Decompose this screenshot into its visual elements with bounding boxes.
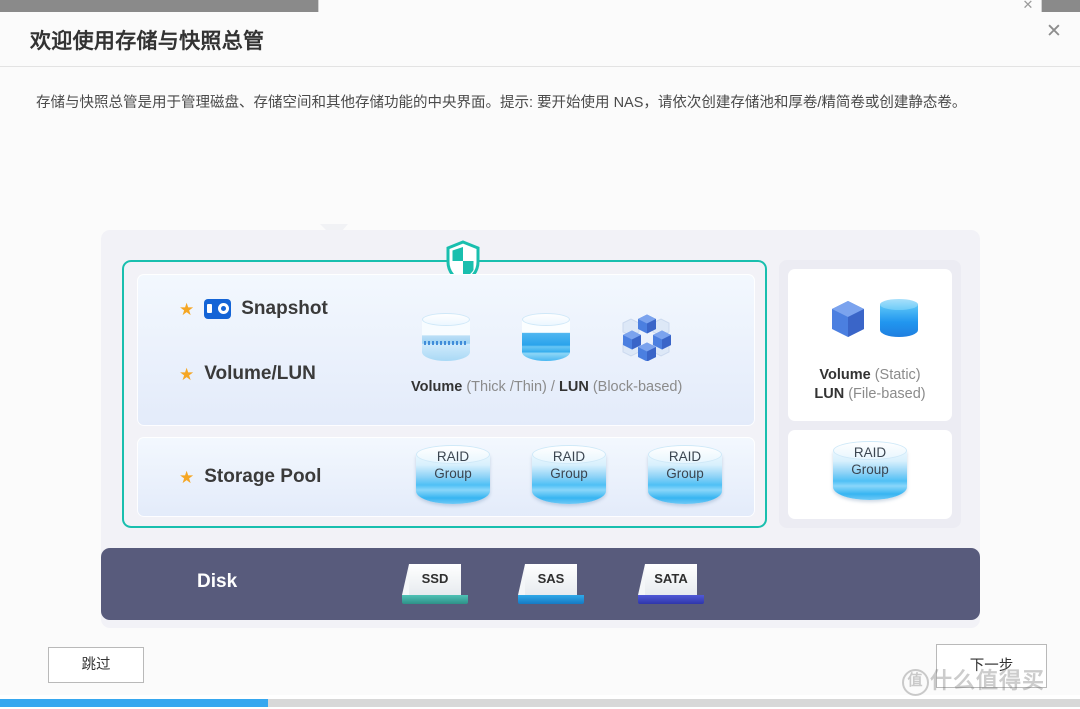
caption-volume-bold: Volume [411, 379, 463, 395]
thin-volume-icon [522, 313, 570, 365]
static-volume-caption: Volume (Static) LUN (File-based) [788, 366, 952, 404]
disk-ssd-icon: SSD [402, 564, 468, 604]
watermark-circle: 值 [902, 668, 929, 696]
static-caption-line2-rest: (File-based) [844, 386, 926, 402]
camera-icon [204, 299, 232, 319]
raid-group-icon: RAID Group [532, 445, 606, 511]
star-bullet-icon: ★ [179, 467, 195, 487]
caption-lun-rest: (Block-based) [588, 379, 683, 395]
star-bullet-icon: ★ [179, 364, 195, 384]
raid-group-icon: RAID Group [416, 445, 490, 511]
disk-layer-label: Disk [197, 571, 238, 592]
raid-group-icon: RAID Group [648, 445, 722, 511]
raid-group-line2: Group [434, 466, 472, 481]
disk-ssd-label: SSD [421, 571, 449, 586]
raid-group-line2: Group [550, 466, 588, 481]
snapshot-volume-card: ★ Snapshot ★ Volume/LUN Volume (Thick /T… [137, 274, 755, 426]
raid-group-line1: RAID [436, 449, 470, 464]
dialog-titlebar: 欢迎使用存储与快照总管 ✕ [0, 12, 1080, 67]
static-volume-card: Volume (Static) LUN (File-based) [788, 269, 952, 421]
thick-volume-icon [422, 313, 470, 365]
file-based-lun-cylinder-icon [880, 299, 918, 341]
star-bullet-icon: ★ [179, 299, 195, 319]
static-volume-column: Volume (Static) LUN (File-based) RAID Gr… [779, 260, 961, 528]
snapshot-protected-region: ★ Snapshot ★ Volume/LUN Volume (Thick /T… [122, 240, 767, 528]
row-snapshot: ★ Snapshot [179, 298, 328, 320]
background-window-tab[interactable]: ✕ [318, 0, 1042, 12]
watermark-text: 什么值得买 [930, 668, 1046, 693]
welcome-dialog: 欢迎使用存储与快照总管 ✕ 存储与快照总管是用于管理磁盘、存储空间和其他存储功能… [0, 12, 1080, 695]
row-volume-lun-label: Volume/LUN [204, 363, 316, 384]
disk-sata-icon: SATA [638, 564, 704, 604]
raid-group-line1: RAID [668, 449, 702, 464]
disk-layer: Disk SSD SAS SATA [101, 548, 980, 620]
watermark: 值什么值得买 [902, 663, 1045, 696]
storage-pool-card: ★ Storage Pool RAID Group RAID Group RAI… [137, 437, 755, 517]
static-raid-group-card: RAID Group [788, 430, 952, 519]
lun-blocks-icon [622, 314, 671, 361]
close-icon[interactable]: ✕ [1040, 18, 1068, 46]
raid-group-icon: RAID Group [833, 441, 907, 507]
background-tab-close-icon[interactable]: ✕ [1019, 0, 1037, 12]
raid-group-line2: Group [851, 462, 889, 477]
static-caption-line2-bold: LUN [814, 386, 845, 402]
caption-separator: / [546, 379, 559, 395]
raid-group-line1: RAID [552, 449, 586, 464]
row-volume-lun: ★ Volume/LUN [179, 363, 316, 385]
skip-button[interactable]: 跳过 [48, 647, 144, 683]
disk-sas-band [518, 595, 584, 604]
dialog-description: 存储与快照总管是用于管理磁盘、存储空间和其他存储功能的中央界面。提示: 要开始使… [36, 95, 967, 111]
disk-sas-icon: SAS [518, 564, 584, 604]
page-title: 欢迎使用存储与快照总管 [30, 30, 265, 53]
disk-sata-band [638, 595, 704, 604]
progress-scrollbar-thumb[interactable] [0, 699, 268, 707]
static-caption-line1-bold: Volume [819, 367, 871, 383]
static-caption-line1-rest: (Static) [870, 367, 921, 383]
row-snapshot-label: Snapshot [241, 298, 328, 319]
progress-scrollbar-track[interactable] [0, 699, 1080, 707]
volume-lun-caption: Volume (Thick /Thin) / LUN (Block-based) [411, 379, 682, 395]
static-volume-cube-icon [832, 301, 864, 337]
row-storage-pool-label: Storage Pool [204, 466, 322, 487]
disk-ssd-band [402, 595, 468, 604]
caption-lun-bold: LUN [558, 379, 589, 395]
disk-sata-label: SATA [654, 571, 688, 586]
background-window-strip: ✕ [0, 0, 1080, 12]
caption-volume-rest: (Thick /Thin) [462, 379, 547, 395]
raid-group-line1: RAID [853, 445, 887, 460]
row-storage-pool: ★ Storage Pool [179, 466, 321, 488]
disk-sas-label: SAS [537, 571, 565, 586]
storage-architecture-diagram: ★ Snapshot ★ Volume/LUN Volume (Thick /T… [101, 230, 980, 628]
raid-group-line2: Group [666, 466, 704, 481]
